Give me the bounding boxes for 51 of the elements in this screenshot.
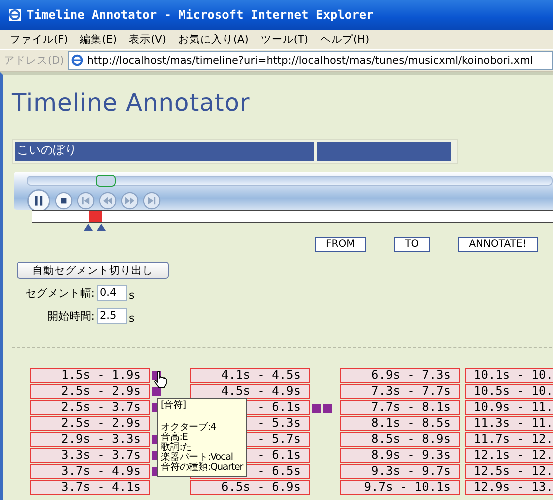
menu-item[interactable]: ヘルプ(H) bbox=[320, 32, 370, 46]
segment-cell[interactable]: 12.1s - 12. bbox=[465, 448, 553, 463]
song-title: こいのぼり bbox=[15, 142, 314, 161]
segment-cell[interactable]: 3.7s - 4.9s bbox=[30, 464, 150, 479]
segment-cell[interactable]: 10.9s - 11. bbox=[465, 400, 553, 415]
segment-cell[interactable]: 9.7s - 10.1s bbox=[340, 480, 460, 495]
menu-item[interactable]: 編集(E) bbox=[80, 32, 118, 46]
segment-cell[interactable]: 6.5s - 6.9s bbox=[190, 480, 310, 495]
input-field[interactable]: 0.4 bbox=[97, 285, 127, 301]
action-button[interactable]: ANNOTATE! bbox=[458, 237, 538, 252]
page-heading: Timeline Annotator bbox=[12, 88, 252, 119]
menu-item[interactable]: お気に入り(A) bbox=[178, 32, 249, 46]
field-label: セグメント幅: bbox=[24, 286, 96, 300]
auto-segment-button[interactable]: 自動セグメント切り出し bbox=[17, 262, 169, 279]
segment-cell[interactable]: 1.5s - 1.9s bbox=[30, 368, 150, 383]
segment-cell[interactable]: 2.5s - 3.7s bbox=[30, 400, 150, 415]
address-field[interactable]: http://localhost/mas/timeline?uri=http://localhost/mas/tunes/musicxml/koinobori.xml bbox=[68, 51, 553, 70]
unit-label: s bbox=[129, 288, 135, 302]
segment-cell[interactable]: 2.5s - 2.9s bbox=[30, 384, 150, 399]
segment-cell[interactable]: 2.9s - 3.3s bbox=[30, 432, 150, 447]
field-label: 開始時間: bbox=[46, 308, 96, 324]
segment-cell[interactable]: 8.1s - 8.5s bbox=[340, 416, 460, 431]
unit-label: s bbox=[129, 310, 135, 324]
action-button[interactable]: TO bbox=[394, 237, 430, 252]
segment-cell[interactable]: 12.9s - 13. bbox=[465, 480, 553, 495]
tooltip-title: [音符] bbox=[161, 401, 188, 411]
segment-cell[interactable]: 8.9s - 9.3s bbox=[340, 448, 460, 463]
segment-cell[interactable]: 4.1s - 4.5s bbox=[190, 368, 310, 383]
segment-cell[interactable]: 10.1s - 10. bbox=[465, 368, 553, 383]
segment-cell[interactable]: 11.7s - 12. bbox=[465, 432, 553, 447]
menu-item[interactable]: ツール(T) bbox=[260, 32, 308, 46]
segment-cell[interactable]: 10.5s - 10. bbox=[465, 384, 553, 399]
segment-cell[interactable]: 2.5s - 2.9s bbox=[30, 416, 150, 431]
action-button[interactable]: FROM bbox=[315, 237, 366, 252]
input-field[interactable]: 2.5 bbox=[97, 308, 127, 324]
menu-item[interactable]: ファイル(F) bbox=[10, 32, 68, 46]
segment-cell[interactable]: 11.3s - 11. bbox=[465, 416, 553, 431]
segment-cell[interactable]: 7.7s - 8.1s bbox=[340, 400, 460, 415]
segment-cell[interactable]: 7.3s - 7.7s bbox=[340, 384, 460, 399]
segment-cell[interactable]: 4.5s - 4.9s bbox=[190, 384, 310, 399]
segment-cell[interactable]: 3.7s - 4.1s bbox=[30, 480, 150, 495]
menu-item[interactable]: 表示(V) bbox=[129, 32, 166, 46]
segment-cell[interactable]: 8.5s - 8.9s bbox=[340, 432, 460, 447]
segment-cell[interactable]: 3.3s - 3.7s bbox=[30, 448, 150, 463]
segment-cell[interactable]: 12.5s - 12. bbox=[465, 464, 553, 479]
tooltip-line: 音高:E bbox=[161, 433, 189, 443]
window-title: Timeline Annotator - Microsoft Internet Explorer bbox=[27, 8, 374, 22]
tooltip-line: 歌詞:た bbox=[161, 443, 193, 453]
address-label: アドレス(D) bbox=[4, 54, 64, 68]
segment-cell[interactable]: 6.9s - 7.3s bbox=[340, 368, 460, 383]
segment-cell[interactable]: 9.3s - 9.7s bbox=[340, 464, 460, 479]
